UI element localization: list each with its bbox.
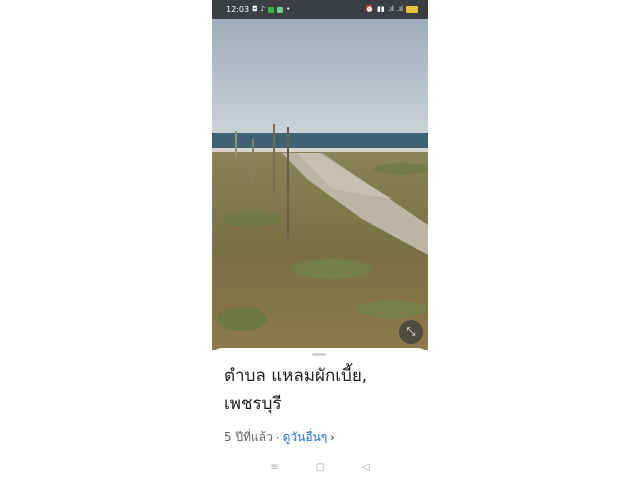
- camera-icon: ◘: [252, 5, 258, 13]
- status-time: 12:03: [226, 5, 250, 14]
- system-nav-bar: ≡ ▢ ◁: [212, 455, 428, 480]
- back-icon[interactable]: ◁: [362, 462, 370, 473]
- signal-icon: .ıl: [396, 5, 403, 13]
- separator: ·: [275, 430, 280, 445]
- place-title: ตำบล แหลมผักเบี้ย, เพชรบุรี: [224, 366, 368, 414]
- collapse-button[interactable]: ⤡: [399, 320, 423, 344]
- photo-image: [212, 19, 428, 350]
- signal-icon: .ıl: [387, 5, 394, 13]
- home-icon[interactable]: ▢: [316, 462, 325, 473]
- battery-icon: [406, 6, 418, 13]
- status-bar: 12:03 ◘ ♪ • ⏰ ▮▮ .ıl .ıl: [212, 0, 428, 19]
- drag-handle[interactable]: [312, 353, 326, 356]
- tiktok-icon: ♪: [260, 5, 266, 13]
- app-icon: [277, 6, 284, 13]
- line-icon: [268, 6, 275, 13]
- status-left: 12:03 ◘ ♪ •: [226, 5, 290, 14]
- menu-icon[interactable]: ≡: [270, 462, 278, 473]
- photo-age: 5 ปีที่แล้ว: [224, 430, 273, 444]
- place-meta: 5 ปีที่แล้ว · ดูวันอื่นๆ ›: [224, 428, 335, 447]
- signal-icon: ▮▮: [377, 5, 385, 13]
- collapse-icon: ⤡: [406, 325, 416, 338]
- dot-icon: •: [286, 5, 291, 13]
- street-photo[interactable]: [212, 19, 428, 350]
- chevron-right-icon[interactable]: ›: [330, 431, 334, 444]
- phone-screen: 12:03 ◘ ♪ • ⏰ ▮▮ .ıl .ıl ⤡ ตำบล แหลมผักเ…: [212, 0, 428, 480]
- alarm-icon: ⏰: [365, 5, 375, 13]
- status-right: ⏰ ▮▮ .ıl .ıl: [365, 6, 418, 13]
- see-other-dates-link[interactable]: ดูวันอื่นๆ: [283, 428, 328, 447]
